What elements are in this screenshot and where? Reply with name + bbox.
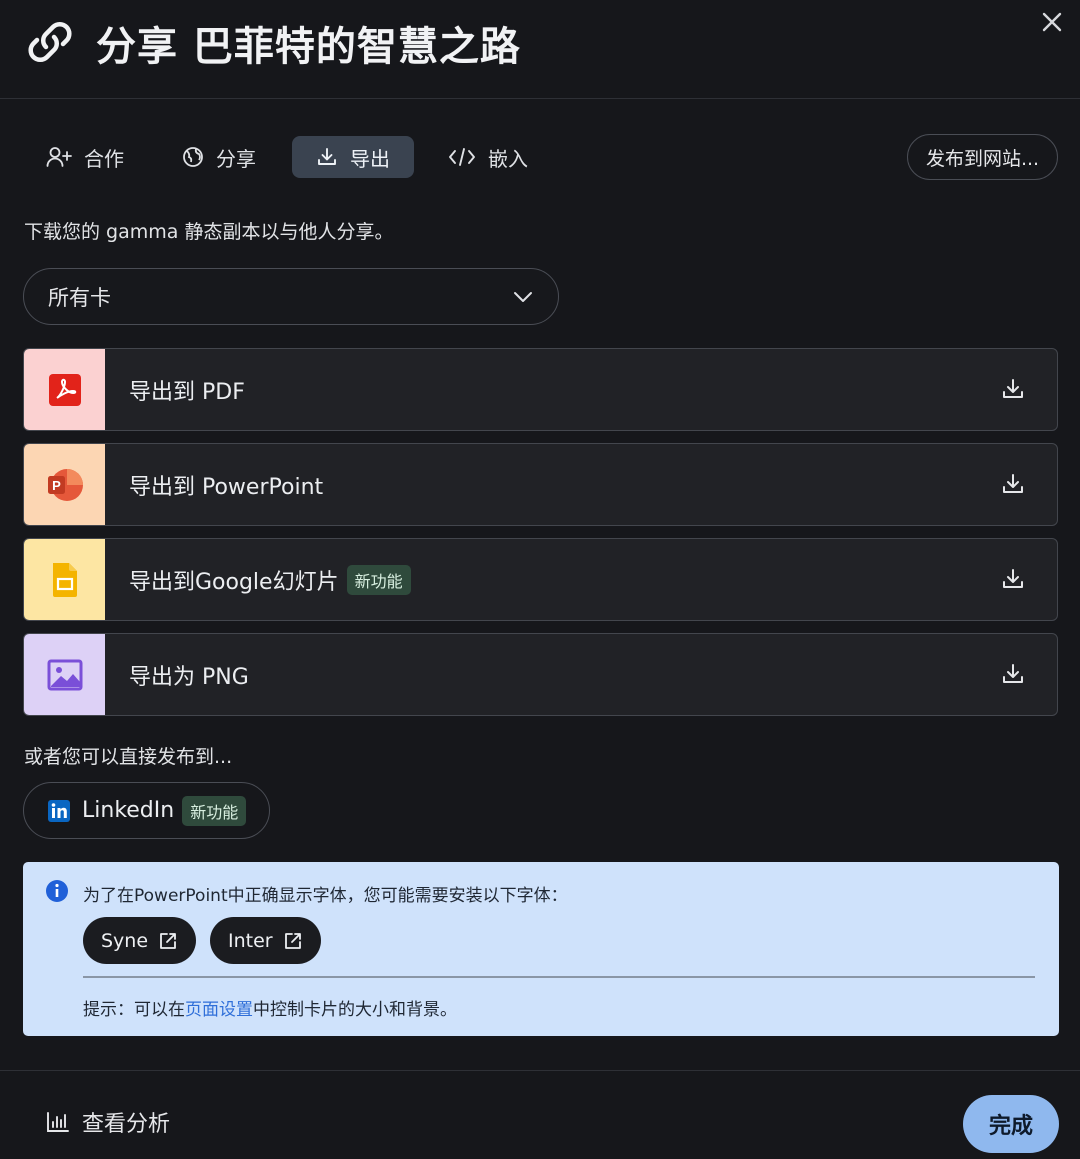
pdf-icon: [48, 373, 81, 406]
external-link-icon: [284, 932, 301, 949]
link-icon: [28, 21, 72, 63]
bar-chart-icon: [47, 1112, 69, 1132]
user-plus-icon: [46, 147, 72, 167]
download-icon: [1003, 569, 1023, 588]
download-icon: [1003, 379, 1023, 398]
globe-icon: [183, 147, 203, 167]
tab-embed[interactable]: 嵌入: [432, 136, 544, 178]
divider: [83, 976, 1035, 978]
image-icon: [47, 659, 82, 690]
svg-text:P: P: [52, 478, 61, 493]
export-label: 导出为 PNG: [129, 664, 249, 690]
new-feature-badge: 新功能: [182, 795, 247, 826]
google-slides-icon: [52, 562, 77, 597]
publish-directly-text: 或者您可以直接发布到...: [24, 746, 233, 768]
export-icon-cell: P: [24, 444, 105, 525]
code-icon: [449, 148, 475, 166]
export-description: 下载您的 gamma 静态副本以与他人分享。: [24, 221, 394, 243]
publish-to-website-button[interactable]: 发布到网站...: [907, 134, 1058, 180]
export-icon-cell: [24, 349, 105, 430]
external-link-icon: [160, 932, 176, 949]
tip-suffix: 中控制卡片的大小和背景。: [253, 1000, 457, 1020]
tip-prefix: 提示：可以在: [83, 1000, 185, 1020]
dialog-title: 分享 巴菲特的智慧之路: [96, 24, 521, 70]
footer-divider: [0, 1070, 1080, 1071]
powerpoint-icon: P: [47, 468, 83, 501]
done-button[interactable]: 完成: [963, 1095, 1059, 1153]
analytics-label: 查看分析: [82, 1112, 171, 1137]
export-label: 导出到Google幻灯片: [129, 569, 339, 595]
font-link-syne[interactable]: Syne: [83, 917, 197, 964]
export-pdf-button[interactable]: 导出到 PDF: [23, 348, 1058, 431]
export-label: 导出到 PowerPoint: [129, 474, 324, 500]
export-label-wrap: 导出到Google幻灯片 新功能: [129, 539, 411, 620]
tab-label: 分享: [216, 146, 256, 171]
tab-bar: 合作 分享 导出 嵌入: [28, 136, 1058, 178]
tab-label: 导出: [350, 146, 390, 171]
publish-linkedin-button[interactable]: LinkedIn 新功能: [23, 782, 270, 839]
linkedin-icon: [48, 799, 70, 822]
export-google-slides-button[interactable]: 导出到Google幻灯片 新功能: [23, 538, 1058, 621]
linkedin-label: LinkedIn: [82, 798, 175, 823]
card-scope-value: 所有卡: [48, 285, 111, 310]
view-analytics-button[interactable]: 查看分析: [46, 1106, 170, 1138]
page-settings-link[interactable]: 页面设置: [185, 1000, 253, 1020]
close-icon[interactable]: [1038, 8, 1066, 36]
tab-collaborate[interactable]: 合作: [30, 136, 140, 178]
font-info-box: 为了在PowerPoint中正确显示字体，您可能需要安装以下字体： Syne I…: [23, 862, 1059, 1036]
font-info-text: 为了在PowerPoint中正确显示字体，您可能需要安装以下字体：: [83, 886, 568, 906]
export-label: 导出到 PDF: [129, 379, 245, 405]
download-icon: [318, 148, 336, 165]
new-feature-badge: 新功能: [346, 564, 411, 595]
export-powerpoint-button[interactable]: P 导出到 PowerPoint: [23, 443, 1058, 526]
chevron-down-icon: [514, 292, 532, 302]
download-icon: [1003, 474, 1023, 493]
font-name: Inter: [228, 929, 273, 952]
font-name: Syne: [101, 929, 149, 952]
export-icon-cell: [24, 539, 105, 620]
tab-label: 嵌入: [488, 146, 528, 171]
tab-export[interactable]: 导出: [292, 136, 414, 178]
tab-share[interactable]: 分享: [166, 136, 272, 178]
card-scope-select[interactable]: 所有卡: [23, 268, 559, 325]
export-icon-cell: [24, 634, 105, 715]
export-png-button[interactable]: 导出为 PNG: [23, 633, 1058, 716]
page-settings-tip: 提示：可以在页面设置中控制卡片的大小和背景。: [83, 995, 457, 1020]
font-link-inter[interactable]: Inter: [210, 917, 321, 964]
dialog-header: 分享 巴菲特的智慧之路: [0, 0, 1080, 99]
download-icon: [1003, 664, 1023, 683]
tab-label: 合作: [84, 146, 124, 171]
info-icon: [46, 880, 68, 902]
